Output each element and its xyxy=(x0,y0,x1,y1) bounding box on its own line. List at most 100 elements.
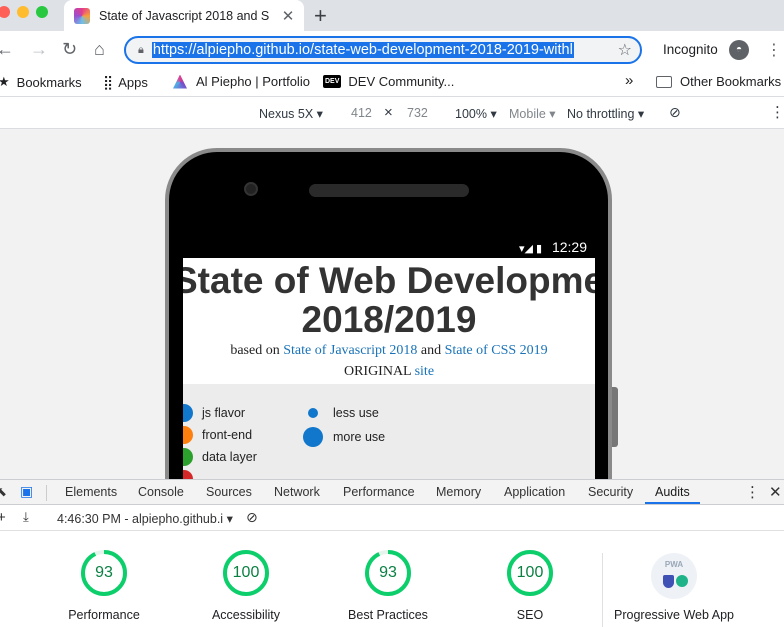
clear-reports-icon[interactable]: ⊘ xyxy=(246,509,258,526)
best-practices-gauge[interactable]: 93 xyxy=(364,549,412,597)
minimize-window-button[interactable] xyxy=(17,6,29,18)
tab-application[interactable]: Application xyxy=(504,485,565,499)
close-tab-icon[interactable]: ✕ xyxy=(280,7,296,25)
original-site-link[interactable]: site xyxy=(415,364,434,379)
tab-audits[interactable]: Audits xyxy=(655,485,690,499)
dimension-swap-icon[interactable]: × xyxy=(384,104,393,121)
other-bookmarks-item[interactable]: Other Bookmarks xyxy=(656,74,781,89)
overflow-chevron-icon: » xyxy=(625,72,634,89)
legend-item-data-layer: data layer xyxy=(183,448,257,466)
zoom-window-button[interactable] xyxy=(36,6,48,18)
pwa-badge-text: PWA xyxy=(664,560,684,569)
scores-divider xyxy=(602,553,603,627)
signal-icon: ▾◢ ▮ xyxy=(518,243,543,255)
throttling-select[interactable]: No throttling ▾ xyxy=(567,106,644,121)
close-devtools-icon[interactable]: ✕ xyxy=(769,483,782,501)
home-icon[interactable]: ⌂ xyxy=(94,39,105,59)
report-select[interactable]: 4:46:30 PM - alpiepho.github.i ▾ xyxy=(57,511,233,526)
dev-logo-icon: DEV xyxy=(323,75,342,88)
bookmark-star-icon[interactable]: ☆ xyxy=(618,40,632,60)
close-window-button[interactable] xyxy=(0,6,10,18)
height-input[interactable]: 732 xyxy=(407,106,428,120)
phone-camera xyxy=(244,182,258,196)
seo-label: SEO xyxy=(516,608,544,622)
bookmark-label: Al Piepho | Portfolio xyxy=(196,74,310,89)
back-button[interactable]: ← xyxy=(0,39,14,59)
android-status-bar: ▾◢ ▮ 12:29 xyxy=(183,236,595,258)
width-input[interactable]: 412 xyxy=(351,106,372,120)
apps-item[interactable]: ⣿ Apps xyxy=(103,74,148,91)
zoom-select[interactable]: 100% ▾ xyxy=(455,106,497,121)
device-select[interactable]: Nexus 5X ▾ xyxy=(259,106,323,121)
tab-sources[interactable]: Sources xyxy=(206,485,252,499)
star-icon: ★ xyxy=(0,74,10,89)
tab-elements[interactable]: Elements xyxy=(65,485,117,499)
device-toolbar-menu-icon[interactable]: ⋮ xyxy=(770,103,784,121)
legend-dot-small xyxy=(308,408,318,418)
inspect-element-icon[interactable]: ⬉ xyxy=(0,484,7,500)
tab-title: State of Javascript 2018 and S xyxy=(99,8,270,23)
accessibility-gauge[interactable]: 100 xyxy=(222,549,270,597)
seo-score: 100 xyxy=(516,564,544,581)
apps-grid-icon: ⣿ xyxy=(103,74,113,90)
status-time: 12:29 xyxy=(551,239,587,255)
pwa-shield-icon xyxy=(663,575,674,588)
performance-gauge[interactable]: 93 xyxy=(80,549,128,597)
lock-icon[interactable]: 🔒︎ xyxy=(138,44,144,57)
browser-tab[interactable]: State of Javascript 2018 and S ✕ xyxy=(64,0,304,31)
legend-item-js-flavor: js flavor xyxy=(183,404,245,422)
bookmark-label: Bookmarks xyxy=(16,74,82,90)
page-title-year: 2018/2019 xyxy=(301,299,477,340)
incognito-label: Incognito xyxy=(663,42,718,57)
tab-network[interactable]: Network xyxy=(274,485,320,499)
devtools-menu-icon[interactable]: ⋮ xyxy=(745,483,760,501)
legend-dot xyxy=(183,404,193,422)
legend-dot xyxy=(183,426,193,444)
portfolio-favicon-icon xyxy=(173,74,187,89)
bookmarks-overflow-button[interactable]: » xyxy=(625,72,633,89)
portfolio-bookmark[interactable]: Al Piepho | Portfolio xyxy=(173,74,310,89)
browser-toolbar: ← → ↻ ⌂ 🔒︎ https://alpiepho.github.io/st… xyxy=(0,31,784,69)
bookmarks-bar: ★ Bookmarks ⣿ Apps Al Piepho | Portfolio… xyxy=(0,69,784,97)
incognito-icon[interactable]: ◓ xyxy=(729,40,749,60)
url-text[interactable]: https://alpiepho.github.io/state-web-dev… xyxy=(151,42,574,58)
new-tab-button[interactable]: + xyxy=(314,3,327,29)
performance-label: Performance xyxy=(68,608,140,622)
rotate-icon[interactable]: ⊘ xyxy=(669,104,681,121)
legend-dot-large xyxy=(303,427,323,447)
tab-performance[interactable]: Performance xyxy=(343,485,415,499)
best-practices-score: 93 xyxy=(379,564,397,581)
pwa-badge-icon[interactable]: PWA xyxy=(651,553,697,599)
folder-icon xyxy=(656,75,672,88)
new-audit-icon[interactable]: + xyxy=(0,509,6,526)
mode-select[interactable]: Mobile ▾ xyxy=(509,106,556,121)
reload-button[interactable]: ↻ xyxy=(62,39,77,59)
state-of-js-link[interactable]: State of Javascript 2018 xyxy=(283,343,417,358)
tab-memory[interactable]: Memory xyxy=(436,485,481,499)
browser-menu-icon[interactable]: ⋮ xyxy=(766,40,782,60)
phone-speaker xyxy=(309,184,469,197)
bookmarks-item[interactable]: ★ Bookmarks xyxy=(0,74,82,90)
best-practices-label: Best Practices xyxy=(348,608,428,622)
legend-item-more-use: more use xyxy=(303,427,385,447)
dev-community-bookmark[interactable]: DEV DEV Community... xyxy=(323,74,454,89)
tab-favicon-icon xyxy=(74,7,90,24)
bookmark-label: Other Bookmarks xyxy=(680,74,782,89)
state-of-css-link[interactable]: State of CSS 2019 xyxy=(445,343,548,358)
download-report-icon[interactable]: ⤓ xyxy=(23,509,29,525)
accessibility-label: Accessibility xyxy=(211,608,281,622)
pwa-plus-icon xyxy=(676,575,688,587)
performance-score: 93 xyxy=(95,564,113,581)
address-bar[interactable]: 🔒︎ https://alpiepho.github.io/state-web-… xyxy=(124,36,642,64)
seo-gauge[interactable]: 100 xyxy=(506,549,554,597)
page-title: State of Web Developmen xyxy=(183,260,595,301)
active-tab-indicator xyxy=(645,502,700,504)
tab-security[interactable]: Security xyxy=(588,485,633,499)
accessibility-score: 100 xyxy=(232,564,260,581)
audit-scores: 93 Performance 100 Accessibility 93 Best… xyxy=(0,531,784,627)
forward-button[interactable]: → xyxy=(30,39,48,59)
original-line: ORIGINAL site xyxy=(343,364,435,379)
tab-console[interactable]: Console xyxy=(138,485,184,499)
device-toggle-icon[interactable]: ▣ xyxy=(20,483,33,500)
page-subtitle: based on State of Javascript 2018 and St… xyxy=(230,343,548,358)
